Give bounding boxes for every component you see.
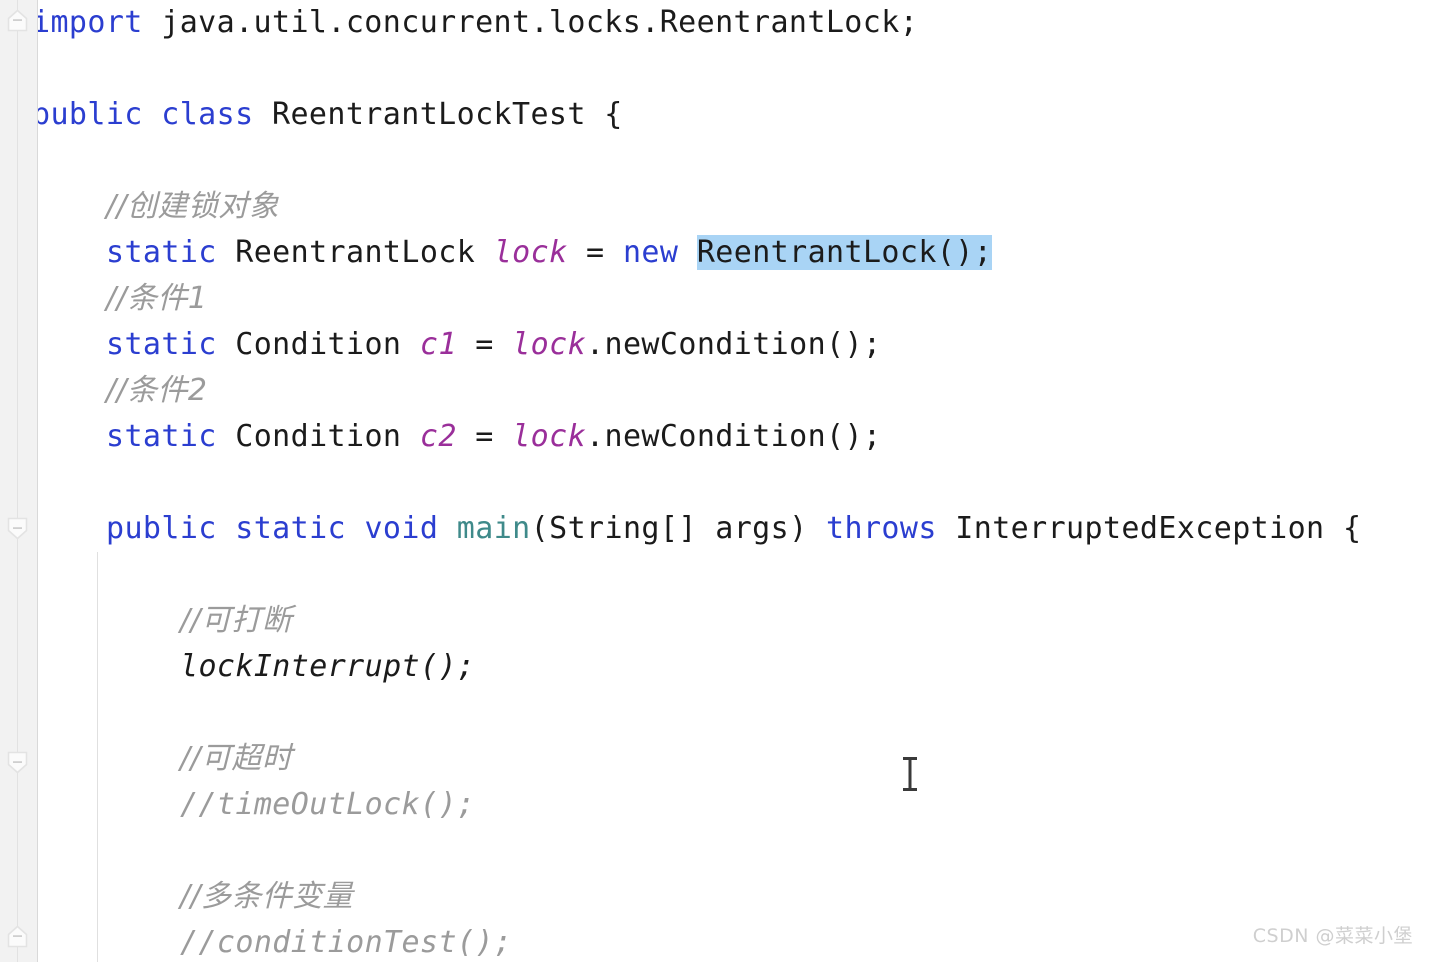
fold-end-icon [7, 517, 28, 540]
line-comment-condition-1-token-0: //条件1 [106, 281, 208, 316]
line-condition-c2-token-3: = [456, 419, 513, 454]
line-comment-interruptible-token-0: //可打断 [180, 603, 293, 638]
line-condition-c1[interactable]: static Condition c1 = lock.newCondition(… [106, 322, 881, 368]
csdn-watermark: CSDN @菜菜小堡 [1252, 925, 1413, 947]
fold-start-icon [7, 925, 28, 948]
line-condition-c2-token-1: Condition [235, 419, 420, 454]
line-condition-c1-token-1: Condition [235, 327, 420, 362]
line-condition-c2-token-2: c2 [419, 419, 457, 454]
line-call-lock-interrupt[interactable]: lockInterrupt(); [180, 644, 475, 690]
line-condition-c1-token-4: lock [512, 327, 587, 362]
line-comment-timeout-lock-call[interactable]: //timeOutLock(); [180, 782, 475, 828]
line-lock-field-token-3: = [567, 235, 623, 270]
fold-marker-main-method[interactable] [6, 516, 29, 541]
code-fold-rail [17, 0, 18, 962]
fold-marker-block[interactable] [6, 750, 29, 775]
line-condition-c2[interactable]: static Condition c2 = lock.newCondition(… [106, 414, 881, 460]
code-editor[interactable]: import java.util.concurrent.locks.Reentr… [0, 0, 1431, 962]
line-condition-c2-token-5: .newCondition(); [586, 419, 882, 454]
line-lock-field-token-1: ReentrantLock [235, 235, 494, 270]
line-class-decl[interactable]: public class ReentrantLockTest { [32, 92, 623, 138]
line-main-signature-token-4: InterruptedException { [955, 511, 1362, 546]
line-comment-interruptible[interactable]: //可打断 [180, 598, 292, 644]
line-comment-condition-2[interactable]: //条件2 [106, 368, 207, 414]
line-lock-field[interactable]: static ReentrantLock lock = new Reentran… [106, 230, 993, 276]
line-comment-condition-1[interactable]: //条件1 [106, 276, 207, 322]
line-import[interactable]: import java.util.concurrent.locks.Reentr… [32, 0, 918, 46]
line-comment-condition-test-call[interactable]: //conditionTest(); [180, 920, 512, 962]
line-condition-c1-token-3: = [456, 327, 513, 362]
line-comment-timeout[interactable]: //可超时 [180, 736, 292, 782]
line-lock-field-token-2: lock [493, 235, 568, 270]
fold-start-icon [7, 9, 28, 32]
line-comment-timeout-token-0: //可超时 [180, 741, 293, 776]
line-main-signature-token-3: throws [826, 511, 956, 546]
line-call-lock-interrupt-token-0: lockInterrupt(); [180, 649, 476, 684]
line-class-decl-token-0: public class [32, 97, 272, 132]
line-main-signature-token-1: main [456, 511, 531, 546]
line-condition-c2-token-4: lock [512, 419, 587, 454]
line-lock-field-token-4: new [622, 235, 697, 270]
indent-guide [97, 552, 98, 962]
line-condition-c1-token-2: c1 [419, 327, 457, 362]
editor-gutter[interactable] [0, 0, 38, 962]
line-main-signature[interactable]: public static void main(String[] args) t… [106, 506, 1361, 552]
fold-end-icon [7, 751, 28, 774]
line-comment-multi-condition[interactable]: //多条件变量 [180, 874, 353, 920]
text-cursor-icon [903, 757, 917, 791]
line-main-signature-token-0: public static void [106, 511, 457, 546]
line-main-signature-token-2: (String[] args) [530, 511, 827, 546]
line-class-decl-token-1: ReentrantLockTest { [272, 97, 623, 132]
line-comment-condition-test-call-token-0: //conditionTest(); [180, 925, 513, 960]
line-condition-c1-token-5: .newCondition(); [586, 327, 882, 362]
code-text-area[interactable]: import java.util.concurrent.locks.Reentr… [32, 0, 1431, 962]
line-import-token-1: java.util.concurrent.locks.ReentrantLock… [161, 5, 919, 40]
line-comment-create-lock-token-0: //创建锁对象 [106, 189, 280, 224]
line-comment-condition-2-token-0: //条件2 [106, 373, 208, 408]
line-comment-create-lock[interactable]: //创建锁对象 [106, 184, 279, 230]
fold-marker-class[interactable] [6, 8, 29, 33]
line-condition-c2-token-0: static [106, 419, 236, 454]
fold-marker-bottom[interactable] [6, 924, 29, 949]
line-comment-multi-condition-token-0: //多条件变量 [180, 879, 354, 914]
gutter-divider [37, 0, 38, 962]
line-condition-c1-token-0: static [106, 327, 236, 362]
selected-text[interactable]: ReentrantLock(); [696, 235, 993, 270]
line-lock-field-token-0: static [106, 235, 236, 270]
line-import-token-0: import [32, 5, 162, 40]
line-comment-timeout-lock-call-token-0: //timeOutLock(); [180, 787, 476, 822]
